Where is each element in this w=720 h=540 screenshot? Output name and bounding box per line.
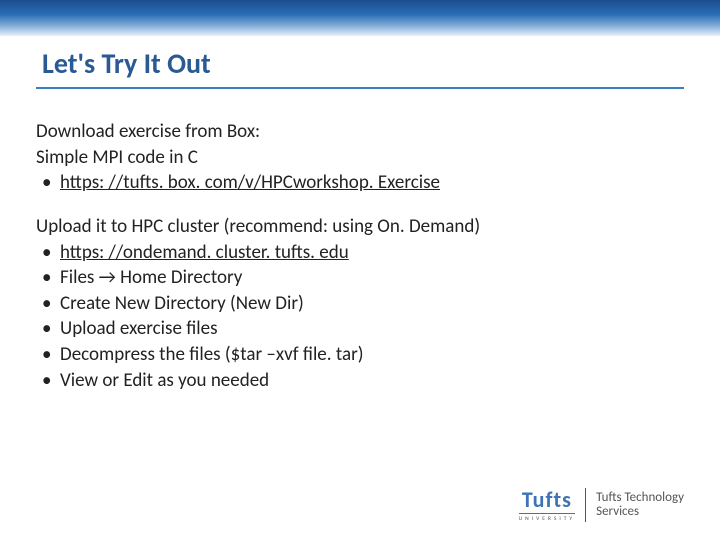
section-upload: Upload it to HPC cluster (recommend: usi… <box>36 214 684 393</box>
tufts-logo: Tufts UNIVERSITY <box>519 489 575 522</box>
tufts-wordmark: Tufts <box>522 489 572 511</box>
header-gradient-bar <box>0 0 720 36</box>
footer-logo-area: Tufts UNIVERSITY Tufts Technology Servic… <box>519 488 684 522</box>
logo-divider <box>585 488 586 522</box>
section-download: Download exercise from Box: Simple MPI c… <box>36 119 684 196</box>
list-item: Upload exercise files <box>36 316 684 342</box>
content-area: Download exercise from Box: Simple MPI c… <box>36 119 684 393</box>
tts-line-1: Tufts Technology <box>596 491 684 505</box>
download-bullets: https: //tufts. box. com/v/HPCworkshop. … <box>36 170 684 196</box>
title-container: Let's Try It Out <box>36 46 684 89</box>
list-item: Create New Directory (New Dir) <box>36 291 684 317</box>
list-item: Files → Home Directory <box>36 265 684 291</box>
box-link[interactable]: https: //tufts. box. com/v/HPCworkshop. … <box>60 171 440 194</box>
slide-title: Let's Try It Out <box>36 46 684 81</box>
upload-line-1: Upload it to HPC cluster (recommend: usi… <box>36 214 684 240</box>
list-item: View or Edit as you needed <box>36 368 684 394</box>
download-line-2: Simple MPI code in C <box>36 145 684 171</box>
tts-line-2: Services <box>596 505 684 519</box>
list-item: https: //ondemand. cluster. tufts. edu <box>36 240 684 266</box>
ondemand-link[interactable]: https: //ondemand. cluster. tufts. edu <box>60 241 349 264</box>
tufts-technology-services-label: Tufts Technology Services <box>596 491 684 520</box>
tufts-university-label: UNIVERSITY <box>519 513 575 522</box>
list-item: https: //tufts. box. com/v/HPCworkshop. … <box>36 170 684 196</box>
list-item: Decompress the files ($tar –xvf file. ta… <box>36 342 684 368</box>
upload-bullets: https: //ondemand. cluster. tufts. edu F… <box>36 240 684 394</box>
download-line-1: Download exercise from Box: <box>36 119 684 145</box>
